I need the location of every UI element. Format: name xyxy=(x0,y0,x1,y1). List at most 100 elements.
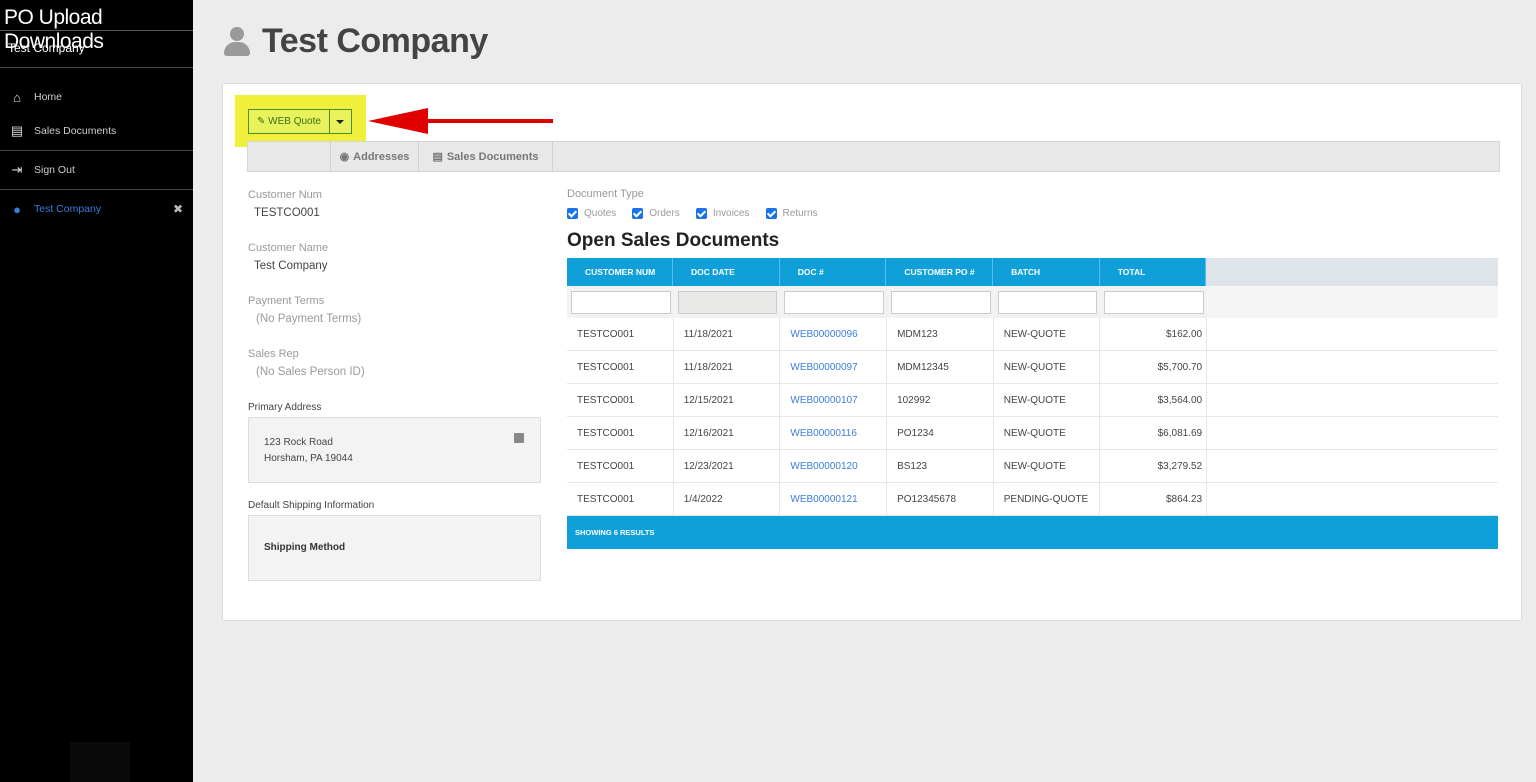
total-filter-input[interactable] xyxy=(1104,290,1205,314)
tab-spacer xyxy=(248,142,331,171)
customer-num-label: Customer Num xyxy=(248,189,322,201)
column-header[interactable]: DOC # xyxy=(779,258,887,286)
quotes-checkbox[interactable]: Quotes xyxy=(567,208,616,219)
grid-footer-results: SHOWING 6 RESULTS xyxy=(567,516,1498,549)
address-text: 123 Rock Road Horsham, PA 19044 xyxy=(249,418,540,467)
filter-cell xyxy=(1100,290,1207,314)
doc-num-link[interactable]: WEB00000120 xyxy=(780,450,888,482)
doc-date-cell: 12/15/2021 xyxy=(674,384,781,416)
doc-date-cell: 11/18/2021 xyxy=(674,351,781,383)
checkbox-label: Orders xyxy=(649,208,680,219)
customer-po-filter-input[interactable] xyxy=(891,290,991,314)
shipping-info-group: Default Shipping Information Shipping Me… xyxy=(248,500,541,581)
returns-checkbox[interactable]: Returns xyxy=(765,208,818,219)
shipping-info-box: Shipping Method xyxy=(248,515,541,581)
invoices-checkbox[interactable]: Invoices xyxy=(695,208,750,219)
web-quote-button[interactable]: ✎ WEB Quote xyxy=(248,109,330,134)
total-cell: $3,279.52 xyxy=(1100,450,1208,482)
filter-cell xyxy=(780,290,887,314)
checkbox-label: Invoices xyxy=(712,208,750,219)
batch-cell: PENDING-QUOTE xyxy=(994,483,1101,515)
filter-cell xyxy=(567,290,674,314)
batch-cell: NEW-QUOTE xyxy=(994,318,1101,350)
sidebar-item-label: Sales Documents xyxy=(34,125,117,137)
primary-address-group: Primary Address 123 Rock Road Horsham, P… xyxy=(248,402,541,483)
sidebar-item-test-company[interactable]: ● Test Company ✖ xyxy=(0,192,193,226)
filter-cell xyxy=(994,290,1101,314)
close-icon[interactable]: ✖ xyxy=(173,202,183,216)
web-quote-dropdown-button[interactable] xyxy=(329,109,352,134)
doc-date-cell: 12/23/2021 xyxy=(674,450,781,482)
customer-name-label: Customer Name xyxy=(248,242,329,254)
customer-po-cell: MDM12345 xyxy=(887,351,994,383)
total-cell: $6,081.69 xyxy=(1100,417,1208,449)
doc-date-filter-input[interactable] xyxy=(677,290,778,314)
customer-po-cell: PO12345678 xyxy=(887,483,994,515)
user-icon: ● xyxy=(13,201,21,217)
checkbox-checked-icon xyxy=(695,208,707,219)
web-quote-button-group: ✎ WEB Quote xyxy=(248,109,352,134)
table-row[interactable]: TESTCO001 12/15/2021 WEB00000107 102992 NEW-… xyxy=(567,384,1498,417)
table-row[interactable]: TESTCO001 12/23/2021 WEB00000120 BS123 NEW-Q… xyxy=(567,450,1498,483)
customer-num-group: Customer Num TESTCO001 xyxy=(248,189,541,219)
doc-num-link[interactable]: WEB00000121 xyxy=(780,483,888,515)
customer-num-cell: TESTCO001 xyxy=(567,450,674,482)
tab-sales-documents[interactable]: ▤ Sales Documents xyxy=(419,142,553,171)
document-type-filters: Quotes Orders Invoices Returns xyxy=(567,208,834,219)
sales-rep-label: Sales Rep xyxy=(248,348,299,360)
sidebar-item-sign-out[interactable]: ⇥ Sign Out xyxy=(0,153,193,187)
divider xyxy=(0,150,193,151)
customer-name-value: Test Company xyxy=(254,260,328,272)
address-line-2: Horsham, PA 19044 xyxy=(264,453,353,464)
payment-terms-value: (No Payment Terms) xyxy=(256,313,362,325)
customer-num-filter-input[interactable] xyxy=(571,290,671,314)
batch-cell: NEW-QUOTE xyxy=(994,351,1101,383)
table-row[interactable]: TESTCO001 12/16/2021 WEB00000116 PO1234 NEW-… xyxy=(567,417,1498,450)
sales-rep-value: (No Sales Person ID) xyxy=(256,366,365,378)
sign-out-icon: ⇥ xyxy=(11,162,23,177)
checkbox-checked-icon xyxy=(632,208,644,219)
tab-label: Sales Documents xyxy=(446,150,539,163)
column-header[interactable]: CUSTOMER PO # xyxy=(886,258,994,286)
batch-cell: NEW-QUOTE xyxy=(994,417,1101,449)
shipping-info-label: Default Shipping Information xyxy=(248,500,375,511)
table-row[interactable]: TESTCO001 11/18/2021 WEB00000097 MDM12345 NE… xyxy=(567,351,1498,384)
grid-header: CUSTOMER NUM DOC DATE DOC # CUSTOMER PO … xyxy=(567,258,1498,286)
customer-po-cell: MDM123 xyxy=(887,318,994,350)
column-header[interactable]: TOTAL xyxy=(1099,258,1207,286)
globe-icon: ◉ xyxy=(339,151,350,163)
sidebar: PO Upload Downloads Test Company ⌂ Home … xyxy=(0,0,193,782)
customer-name-group: Customer Name Test Company xyxy=(248,242,541,272)
customer-num-cell: TESTCO001 xyxy=(567,483,674,515)
table-row[interactable]: TESTCO001 1/4/2022 WEB00000121 PO12345678 PE… xyxy=(567,483,1498,516)
customer-po-cell: PO1234 xyxy=(887,417,994,449)
doc-num-link[interactable]: WEB00000097 xyxy=(780,351,888,383)
table-row[interactable]: TESTCO001 11/18/2021 WEB00000096 MDM123 NEW-… xyxy=(567,318,1498,351)
sidebar-footer xyxy=(70,742,130,782)
documents-icon: ▤ xyxy=(10,123,24,138)
checkbox-checked-icon xyxy=(765,208,777,219)
doc-num-link[interactable]: WEB00000096 xyxy=(780,318,888,350)
orders-checkbox[interactable]: Orders xyxy=(632,208,680,219)
batch-filter-input[interactable] xyxy=(997,290,1098,314)
column-header[interactable]: BATCH xyxy=(993,258,1100,286)
customer-num-cell: TESTCO001 xyxy=(567,384,674,416)
doc-date-cell: 11/18/2021 xyxy=(674,318,781,350)
checkbox-label: Returns xyxy=(782,208,818,219)
column-header[interactable]: DOC DATE xyxy=(673,258,780,286)
sidebar-item-home[interactable]: ⌂ Home xyxy=(0,80,193,114)
user-icon xyxy=(222,25,252,59)
doc-num-link[interactable]: WEB00000107 xyxy=(780,384,888,416)
payment-terms-label: Payment Terms xyxy=(248,295,325,307)
doc-num-link[interactable]: WEB00000116 xyxy=(780,417,888,449)
sidebar-item-label: Sign Out xyxy=(34,164,75,176)
doc-num-filter-input[interactable] xyxy=(784,290,885,314)
total-cell: $162.00 xyxy=(1100,318,1208,350)
filter-cell xyxy=(887,290,994,314)
edit-icon[interactable] xyxy=(514,433,524,443)
column-header[interactable]: CUSTOMER NUM xyxy=(567,258,673,286)
shipping-method-label: Shipping Method xyxy=(264,542,346,553)
tab-addresses[interactable]: ◉ Addresses xyxy=(331,142,419,171)
sidebar-item-sales-documents[interactable]: ▤ Sales Documents xyxy=(0,114,193,148)
documents-icon: ▤ xyxy=(432,151,443,163)
